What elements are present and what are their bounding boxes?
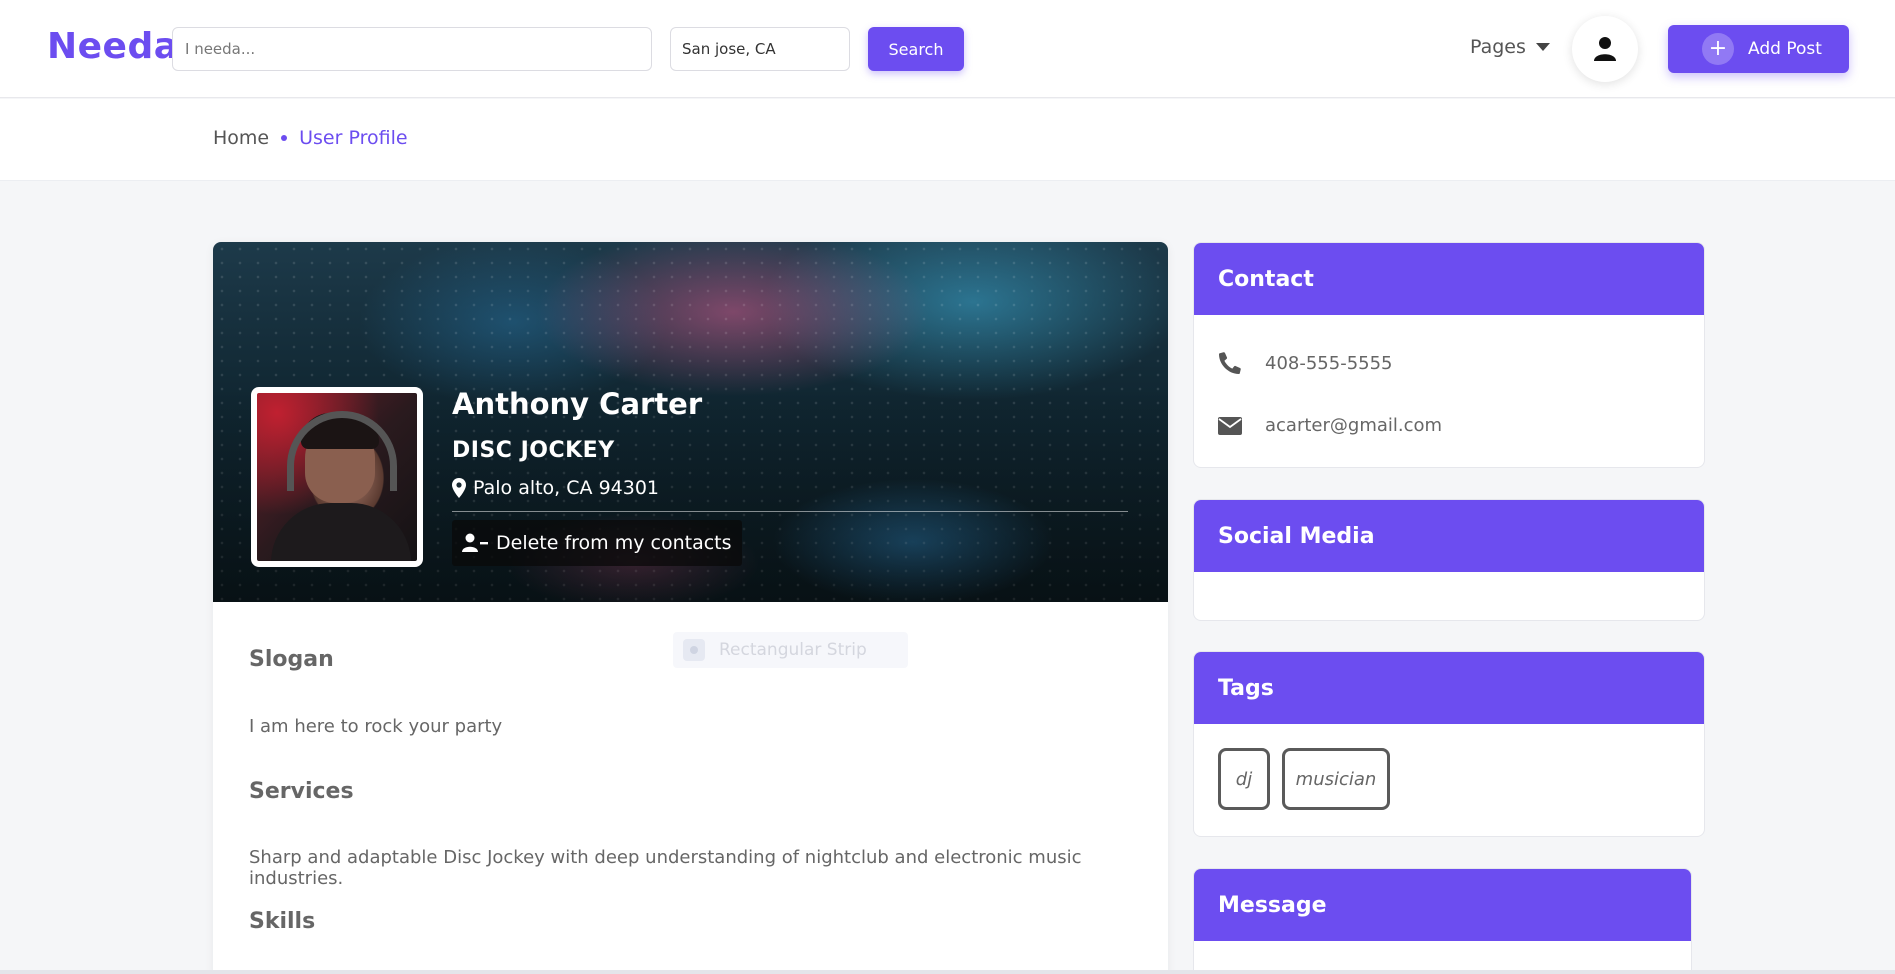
logo[interactable]: Needa [47, 26, 179, 67]
location-input[interactable] [670, 27, 850, 71]
tag-chip[interactable]: musician [1282, 748, 1390, 810]
social-media-card-title: Social Media [1194, 500, 1704, 572]
social-media-card: Social Media [1193, 499, 1705, 621]
add-post-label: Add Post [1748, 39, 1822, 59]
tag-chip[interactable]: dj [1218, 748, 1270, 810]
contact-email-row[interactable]: acarter@gmail.com [1218, 415, 1442, 436]
phone-icon [1219, 352, 1241, 374]
delete-contact-label: Delete from my contacts [496, 532, 732, 554]
contact-phone: 408-555-5555 [1265, 352, 1393, 374]
contact-card: Contact 408-555-5555 acarter@gmail.com [1193, 242, 1705, 468]
breadcrumb-separator [281, 135, 288, 141]
slogan-heading: Slogan [249, 647, 334, 672]
tags-card-title: Tags [1194, 652, 1704, 724]
contact-email: acarter@gmail.com [1265, 415, 1443, 436]
hero-divider [452, 511, 1128, 512]
breadcrumb: Home User Profile [213, 127, 408, 149]
skills-heading: Skills [249, 909, 316, 934]
search-input[interactable] [172, 27, 652, 71]
ghost-item-icon [683, 639, 705, 661]
profile-location-text: Palo alto, CA 94301 [473, 477, 660, 499]
top-navbar: Needa Search Pages + Add Post [0, 0, 1895, 98]
user-account-button[interactable] [1572, 16, 1638, 82]
breadcrumb-current: User Profile [299, 127, 408, 149]
search-button[interactable]: Search [868, 27, 964, 71]
breadcrumb-bar: Home User Profile [0, 99, 1895, 181]
ghost-item-label: Rectangular Strip [719, 640, 867, 660]
slogan-text: I am here to rock your party [249, 716, 503, 737]
profile-name: Anthony Carter [452, 387, 703, 421]
profile-photo [251, 387, 423, 567]
services-heading: Services [249, 779, 354, 804]
profile-location: Palo alto, CA 94301 [452, 477, 659, 499]
message-card-title: Message [1194, 869, 1691, 941]
map-pin-icon [452, 478, 466, 498]
user-minus-icon [462, 533, 488, 552]
envelope-icon [1218, 416, 1242, 435]
page-bottom-edge [0, 970, 1895, 974]
profile-title: DISC JOCKEY [452, 438, 615, 463]
services-text: Sharp and adaptable Disc Jockey with dee… [249, 847, 1082, 889]
user-icon [1594, 37, 1616, 61]
profile-card: Anthony Carter DISC JOCKEY Palo alto, CA… [213, 242, 1168, 974]
plus-icon: + [1702, 33, 1734, 65]
ghost-drag-item: Rectangular Strip [673, 632, 908, 668]
pages-dropdown-label: Pages [1470, 36, 1526, 58]
caret-down-icon [1535, 43, 1550, 51]
add-post-button[interactable]: + Add Post [1668, 25, 1849, 73]
breadcrumb-home-link[interactable]: Home [213, 127, 269, 149]
tags-card: Tags dj musician [1193, 651, 1705, 837]
contact-phone-row[interactable]: 408-555-5555 [1218, 351, 1393, 375]
contact-card-title: Contact [1194, 243, 1704, 315]
message-card: Message [1193, 868, 1692, 974]
delete-contact-button[interactable]: Delete from my contacts [452, 520, 742, 566]
pages-dropdown[interactable]: Pages [1470, 36, 1550, 58]
